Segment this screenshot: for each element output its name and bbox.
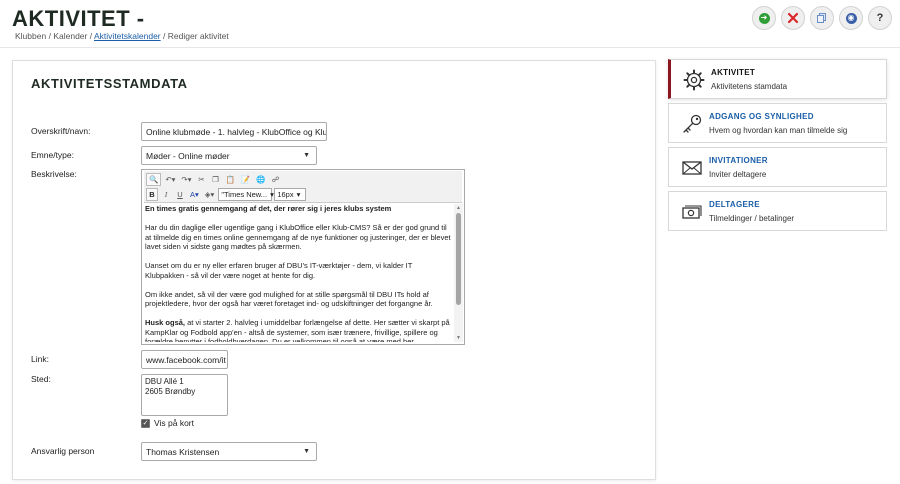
undo-icon[interactable]: ↶▾: [163, 173, 177, 186]
show-on-map-option: ✓ Vis på kort: [141, 418, 194, 428]
sidebar-item-adgang[interactable]: ADGANG OG SYNLIGHED Hvem og hvordan kan …: [668, 103, 887, 143]
key-icon: [683, 114, 702, 133]
page-title: AKTIVITET -: [12, 6, 145, 31]
save-and-continue-button[interactable]: ➜: [752, 6, 776, 30]
cancel-button[interactable]: [781, 6, 805, 30]
rich-text-editor: 🔍 ↶▾ ↷▾ ✂ ❐ 📋 📝 🌐 ☍ B I U A▾ ◈▾ "Times N…: [141, 169, 465, 345]
chevron-down-icon: ▼: [303, 448, 310, 455]
place-textarea[interactable]: DBU Allé 1 2605 Brøndby: [141, 374, 228, 416]
breadcrumb-separator: /: [89, 31, 93, 41]
sidebar-item-subtitle: Aktivitetens stamdata: [711, 82, 788, 91]
scroll-down-icon[interactable]: ▼: [454, 335, 463, 341]
font-color-icon[interactable]: A▾: [188, 188, 201, 201]
sidebar-item-title: ADGANG OG SYNLIGHED: [709, 112, 814, 121]
italic-icon[interactable]: I: [160, 188, 172, 201]
gear-icon: [683, 69, 705, 91]
font-family-value: "Times New...: [221, 190, 268, 199]
help-globe-icon: ◉: [845, 12, 857, 24]
highlight-color-icon[interactable]: ◈▾: [203, 188, 217, 201]
place-line: DBU Allé 1: [145, 377, 184, 386]
redo-icon[interactable]: ↷▾: [179, 173, 193, 186]
description-label: Beskrivelse:: [31, 169, 77, 179]
editor-paragraph: Husk også, at vi starter 2. halvleg i um…: [145, 318, 451, 342]
sidebar-item-title: AKTIVITET: [711, 68, 756, 77]
breadcrumb-separator: /: [48, 31, 51, 41]
place-line: 2605 Brøndby: [145, 387, 196, 396]
font-size-value: 16px: [277, 190, 294, 199]
breadcrumb: Klubben / Kalender / Aktivitetskalender …: [15, 31, 229, 41]
link-icon[interactable]: 🌐: [254, 173, 267, 186]
envelope-icon: [682, 161, 702, 175]
font-size-select[interactable]: 16px ▾: [274, 188, 307, 201]
copy-icon[interactable]: ❐: [209, 173, 221, 186]
editor-paragraph: Har du din daglige eller ugentlige gang …: [145, 223, 451, 251]
section-title: AKTIVITETSSTAMDATA: [31, 76, 188, 91]
chevron-down-icon: ▼: [303, 152, 310, 159]
editor-bold-text: Husk også,: [145, 318, 186, 327]
green-arrow-icon: ➜: [758, 12, 770, 24]
responsible-label: Ansvarlig person: [31, 446, 95, 456]
header-divider: [0, 47, 900, 48]
cut-icon[interactable]: ✂: [195, 173, 207, 186]
scroll-up-icon[interactable]: ▲: [454, 205, 463, 211]
place-label: Sted:: [31, 374, 51, 384]
question-icon: ?: [876, 12, 884, 24]
editor-scrollbar[interactable]: ▲ ▼: [454, 204, 463, 342]
money-icon: [682, 205, 702, 219]
editor-text: at vi starter 2. halvleg i umiddelbar fo…: [145, 318, 450, 342]
copy-button[interactable]: [810, 6, 834, 30]
editor-content[interactable]: En times gratis gennemgang af det, der r…: [144, 204, 452, 342]
paste-word-icon[interactable]: 📝: [239, 173, 252, 186]
breadcrumb-item-kalender[interactable]: Kalender: [53, 31, 87, 41]
activity-form-panel: AKTIVITETSSTAMDATA Overskrift/navn: Onli…: [12, 60, 656, 480]
editor-toolbar: 🔍 ↶▾ ↷▾ ✂ ❐ 📋 📝 🌐 ☍ B I U A▾ ◈▾ "Times N…: [144, 171, 462, 203]
responsible-select[interactable]: Thomas Kristensen ▼: [141, 442, 317, 461]
editor-heading: En times gratis gennemgang af det, der r…: [145, 204, 392, 213]
topic-select[interactable]: Møder - Online møder ▼: [141, 146, 317, 165]
topic-label: Emne/type:: [31, 150, 74, 160]
link-input[interactable]: www.facebook.com/it: [141, 350, 228, 369]
close-icon: [787, 12, 799, 24]
breadcrumb-item-klubben[interactable]: Klubben: [15, 31, 46, 41]
breadcrumb-link-aktivitetskalender[interactable]: Aktivitetskalender: [94, 31, 161, 41]
title-input[interactable]: Online klubmøde - 1. halvleg - KlubOffic…: [141, 122, 327, 141]
scrollbar-thumb[interactable]: [456, 213, 461, 305]
help-globe-button[interactable]: ◉: [839, 6, 863, 30]
help-button[interactable]: ?: [868, 6, 892, 30]
paste-icon[interactable]: 📋: [223, 173, 236, 186]
sidebar-item-invitationer[interactable]: INVITATIONER Inviter deltagere: [668, 147, 887, 187]
unlink-icon[interactable]: ☍: [270, 173, 282, 186]
chevron-down-icon: ▾: [296, 190, 301, 199]
breadcrumb-item-current: Rediger aktivitet: [167, 31, 229, 41]
title-label: Overskrift/navn:: [31, 126, 91, 136]
editor-paragraph: Om ikke andet, så vil der være god mulig…: [145, 289, 433, 309]
topic-select-value: Møder - Online møder: [146, 150, 230, 161]
breadcrumb-separator: /: [163, 31, 166, 41]
link-label: Link:: [31, 354, 49, 364]
sidebar-item-deltagere[interactable]: DELTAGERE Tilmeldinger / betalinger: [668, 191, 887, 231]
sidebar-item-title: INVITATIONER: [709, 156, 768, 165]
copy-icon: [817, 13, 826, 23]
sidebar-item-aktivitet[interactable]: AKTIVITET Aktivitetens stamdata: [668, 59, 887, 99]
sidebar-item-subtitle: Inviter deltagere: [709, 170, 767, 179]
font-family-select[interactable]: "Times New... ▾: [218, 188, 274, 201]
sidebar-item-title: DELTAGERE: [709, 200, 760, 209]
chevron-down-icon: ▾: [270, 190, 274, 199]
sidebar-item-subtitle: Hvem og hvordan kan man tilmelde sig: [709, 126, 848, 135]
show-on-map-checkbox[interactable]: ✓: [141, 418, 150, 428]
underline-icon[interactable]: U: [174, 188, 186, 201]
bold-icon[interactable]: B: [146, 188, 158, 201]
find-icon[interactable]: 🔍: [146, 173, 162, 186]
editor-paragraph: Uanset om du er ny eller erfaren bruger …: [145, 261, 413, 280]
show-on-map-label: Vis på kort: [154, 418, 195, 428]
responsible-select-value: Thomas Kristensen: [146, 446, 220, 457]
top-toolbar: ➜ ◉ ?: [752, 6, 892, 30]
sidebar-item-subtitle: Tilmeldinger / betalinger: [709, 214, 795, 223]
